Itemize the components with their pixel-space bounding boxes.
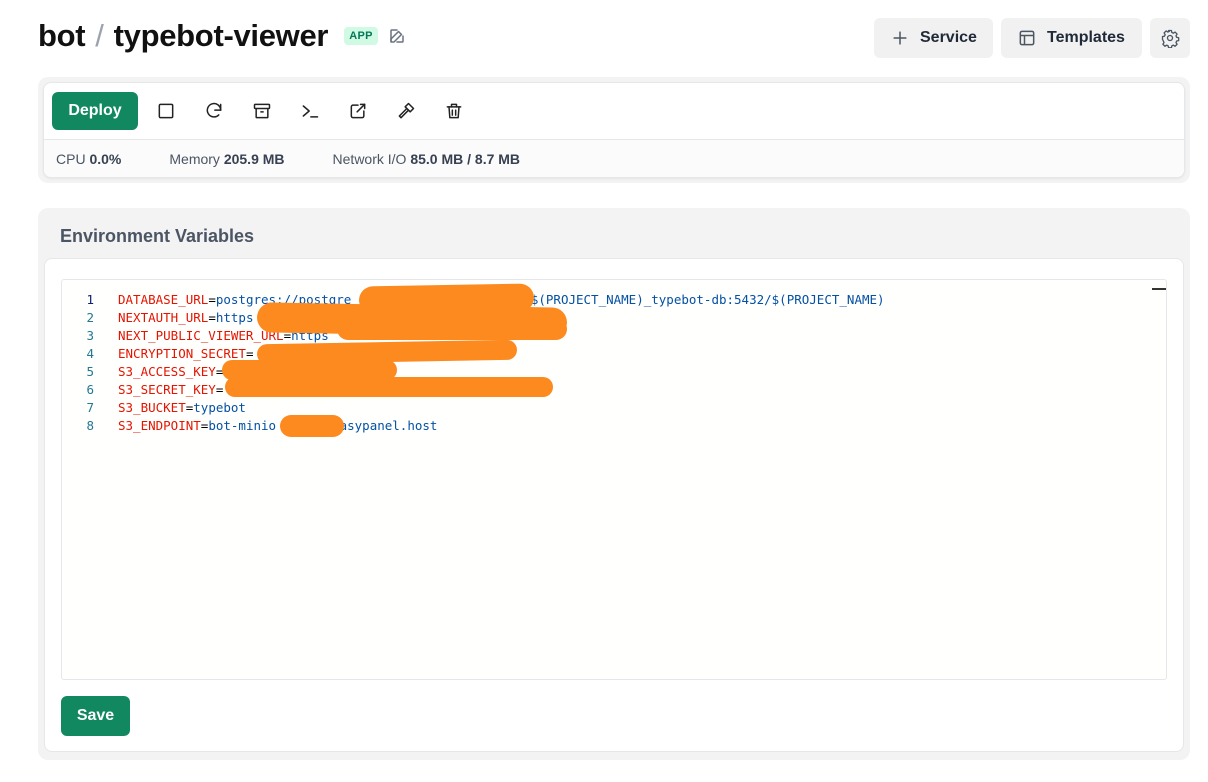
env-code-editor[interactable]: 1 DATABASE_URL=postgres://postgre @$(PROJ… bbox=[61, 279, 1167, 680]
templates-button-label: Templates bbox=[1047, 29, 1125, 46]
redaction-mark bbox=[225, 377, 553, 397]
env-value-tail: easypanel.host bbox=[332, 417, 438, 433]
editor-line: 2 NEXTAUTH_URL=https bbox=[62, 308, 253, 326]
archive-icon bbox=[252, 101, 272, 121]
redaction-mark bbox=[280, 415, 344, 437]
add-service-button[interactable]: Service bbox=[874, 18, 993, 58]
project-name[interactable]: bot bbox=[38, 18, 86, 54]
page-title: bot / typebot-viewer APP bbox=[38, 18, 406, 54]
line-number: 5 bbox=[86, 363, 94, 379]
restart-button[interactable] bbox=[190, 92, 238, 130]
settings-button[interactable] bbox=[1150, 18, 1190, 58]
env-value-tail: @$(PROJECT_NAME)_typebot-db:5432/$(PROJE… bbox=[523, 291, 885, 307]
service-button-label: Service bbox=[920, 29, 977, 46]
external-link-icon bbox=[348, 101, 368, 121]
env-key: S3_SECRET_KEY bbox=[118, 381, 216, 397]
service-toolbar: Deploy bbox=[44, 83, 1184, 140]
environment-variables-section: Environment Variables 1 DATABASE_URL=pos… bbox=[38, 208, 1190, 760]
line-number: 1 bbox=[86, 291, 94, 307]
service-name: typebot-viewer bbox=[113, 18, 329, 53]
gear-icon bbox=[1160, 28, 1180, 48]
stop-icon bbox=[156, 101, 176, 121]
editor-line: 4 ENCRYPTION_SECRET= bbox=[62, 344, 253, 362]
line-number: 2 bbox=[86, 309, 94, 325]
editor-line: 7 S3_BUCKET=typebot bbox=[62, 398, 245, 416]
build-button[interactable] bbox=[382, 92, 430, 130]
editor-line: 3 NEXT_PUBLIC_VIEWER_URL=https bbox=[62, 326, 328, 344]
editor-line: 5 S3_ACCESS_KEY= bbox=[62, 362, 223, 380]
env-key: NEXTAUTH_URL bbox=[118, 309, 209, 325]
editor-line: 6 S3_SECRET_KEY= bbox=[62, 380, 223, 398]
memory-stat: Memory 205.9 MB bbox=[169, 151, 285, 167]
templates-button[interactable]: Templates bbox=[1001, 18, 1142, 58]
editor-line: 8 S3_ENDPOINT=bot-minio easypanel.host bbox=[62, 416, 437, 434]
edit-icon[interactable] bbox=[388, 27, 406, 45]
delete-button[interactable] bbox=[430, 92, 478, 130]
env-key: S3_ENDPOINT bbox=[118, 417, 201, 433]
save-button[interactable]: Save bbox=[61, 696, 130, 736]
env-value: typebot bbox=[193, 399, 246, 415]
line-number: 3 bbox=[86, 327, 94, 343]
terminal-icon bbox=[300, 101, 320, 121]
trash-icon bbox=[444, 101, 464, 121]
restart-icon bbox=[204, 101, 224, 121]
app-badge: APP bbox=[344, 27, 378, 45]
editor-line: 1 DATABASE_URL=postgres://postgre @$(PROJ… bbox=[62, 290, 884, 308]
page-header: bot / typebot-viewer APP Service Templat… bbox=[38, 14, 1190, 62]
minimize-icon[interactable] bbox=[1152, 288, 1166, 290]
hammer-icon bbox=[396, 101, 416, 121]
env-key: S3_BUCKET bbox=[118, 399, 186, 415]
deploy-button[interactable]: Deploy bbox=[52, 92, 138, 130]
section-title: Environment Variables bbox=[60, 225, 255, 246]
env-key: ENCRYPTION_SECRET bbox=[118, 345, 246, 361]
env-key: S3_ACCESS_KEY bbox=[118, 363, 216, 379]
redaction-mark bbox=[337, 318, 567, 340]
stop-button[interactable] bbox=[142, 92, 190, 130]
env-key: NEXT_PUBLIC_VIEWER_URL bbox=[118, 327, 284, 343]
title-separator: / bbox=[95, 18, 104, 53]
line-number: 7 bbox=[86, 399, 94, 415]
plus-icon bbox=[890, 28, 910, 48]
line-number: 8 bbox=[86, 417, 94, 433]
console-button[interactable] bbox=[286, 92, 334, 130]
line-number: 6 bbox=[86, 381, 94, 397]
service-controls-card: Deploy CPU 0.0% Memory 205.9 MB Network … bbox=[38, 77, 1190, 183]
env-key: DATABASE_URL bbox=[118, 291, 209, 307]
env-value: bot-minio bbox=[208, 417, 277, 433]
open-app-button[interactable] bbox=[334, 92, 382, 130]
cpu-stat: CPU 0.0% bbox=[56, 151, 122, 167]
env-value: https bbox=[215, 309, 254, 325]
template-icon bbox=[1017, 28, 1037, 48]
line-number: 4 bbox=[86, 345, 94, 361]
network-stat: Network I/O 85.0 MB / 8.7 MB bbox=[332, 151, 521, 167]
resource-stats: CPU 0.0% Memory 205.9 MB Network I/O 85.… bbox=[44, 140, 1184, 177]
archive-button[interactable] bbox=[238, 92, 286, 130]
